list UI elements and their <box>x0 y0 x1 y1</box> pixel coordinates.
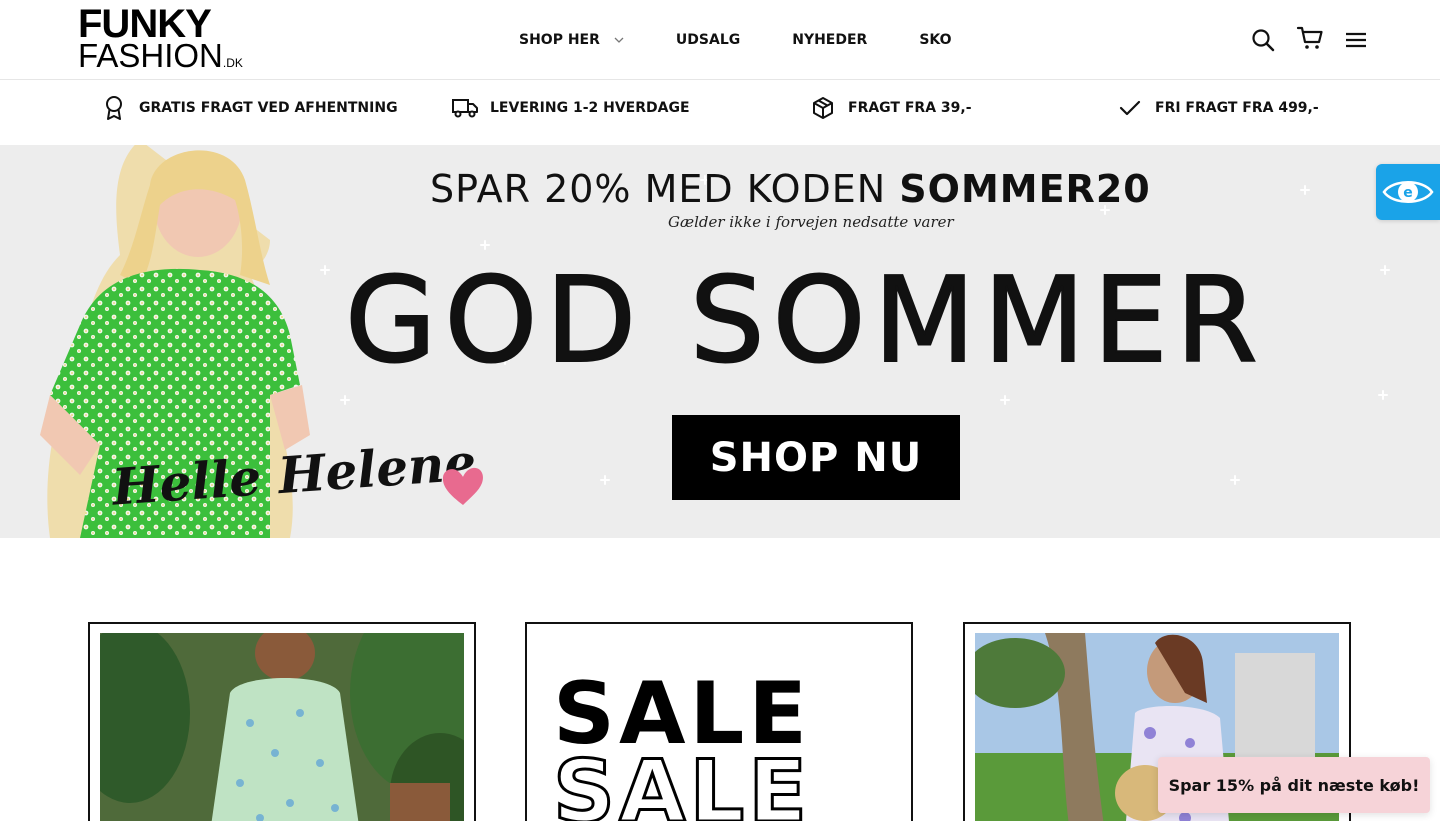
award-icon <box>100 94 128 122</box>
nav-udsalg[interactable]: UDSALG <box>676 32 740 48</box>
usp-label: LEVERING 1-2 HVERDAGE <box>490 100 690 116</box>
sparkle <box>480 240 490 250</box>
hero-headline: GOD SOMMER <box>344 251 1266 389</box>
usp-bar: GRATIS FRAGT VED AFHENTNING LEVERING 1-2… <box>0 81 1440 145</box>
usp-label: FRAGT FRA 39,- <box>848 100 972 116</box>
nav-shop-her-label: SHOP HER <box>519 32 600 48</box>
promo-prefix: SPAR 20% MED KODEN <box>430 167 900 211</box>
usp-item: GRATIS FRAGT VED AFHENTNING <box>100 81 398 135</box>
nav-nyheder[interactable]: NYHEDER <box>792 32 867 48</box>
sparkle <box>340 395 350 405</box>
usp-label: FRI FRAGT FRA 499,- <box>1155 100 1319 116</box>
nav-shop-her[interactable]: SHOP HER <box>519 32 624 48</box>
check-icon <box>1116 94 1144 122</box>
promo-line: SPAR 20% MED KODEN SOMMER20 <box>430 167 1170 211</box>
chevron-down-icon <box>614 32 624 48</box>
sparkle <box>1380 265 1390 275</box>
truck-icon <box>451 94 479 122</box>
eye-icon: e <box>1382 181 1434 203</box>
sparkle <box>600 475 610 485</box>
hero-banner[interactable]: SPAR 20% MED KODEN SOMMER20 Gælder ikke … <box>0 145 1440 538</box>
main-nav: SHOP HER UDSALG NYHEDER SKO <box>519 0 952 80</box>
logo[interactable]: FUNKY FASHION.DK <box>78 4 243 78</box>
logo-bottom-text: FASHION.DK <box>78 39 243 78</box>
nav-sko[interactable]: SKO <box>919 32 951 48</box>
sparkle <box>1378 390 1388 400</box>
usp-item: FRI FRAGT FRA 499,- <box>1116 81 1319 135</box>
sparkle <box>1000 395 1010 405</box>
svg-text:e: e <box>1403 185 1413 201</box>
usp-label: GRATIS FRAGT VED AFHENTNING <box>139 100 398 116</box>
category-card[interactable] <box>88 622 476 821</box>
logo-fashion: FASHION <box>78 37 223 74</box>
sparkle <box>1230 475 1240 485</box>
promo-code: SOMMER20 <box>899 167 1151 211</box>
heart-icon <box>442 467 483 505</box>
package-icon <box>809 94 837 122</box>
cart-icon[interactable] <box>1296 24 1324 52</box>
logo-suffix: .DK <box>222 56 243 70</box>
sale-card[interactable]: SALE SALE <box>525 622 913 821</box>
menu-icon[interactable] <box>1342 26 1370 54</box>
sale-title-outline: SALE <box>551 742 812 821</box>
site-header: FUNKY FASHION.DK SHOP HER UDSALG NYHEDER… <box>0 0 1440 80</box>
discount-popup-button[interactable]: Spar 15% på dit næste køb! <box>1158 757 1430 813</box>
shop-now-button[interactable]: SHOP NU <box>672 415 960 500</box>
promo-note: Gælder ikke i forvejen nedsatte varer <box>668 213 954 231</box>
usp-item: LEVERING 1-2 HVERDAGE <box>451 81 690 135</box>
category-image <box>100 633 464 821</box>
usp-item: FRAGT FRA 39,- <box>809 81 972 135</box>
sparkle <box>1300 185 1310 195</box>
search-icon[interactable] <box>1249 26 1277 54</box>
accessibility-widget[interactable]: e <box>1376 164 1440 220</box>
